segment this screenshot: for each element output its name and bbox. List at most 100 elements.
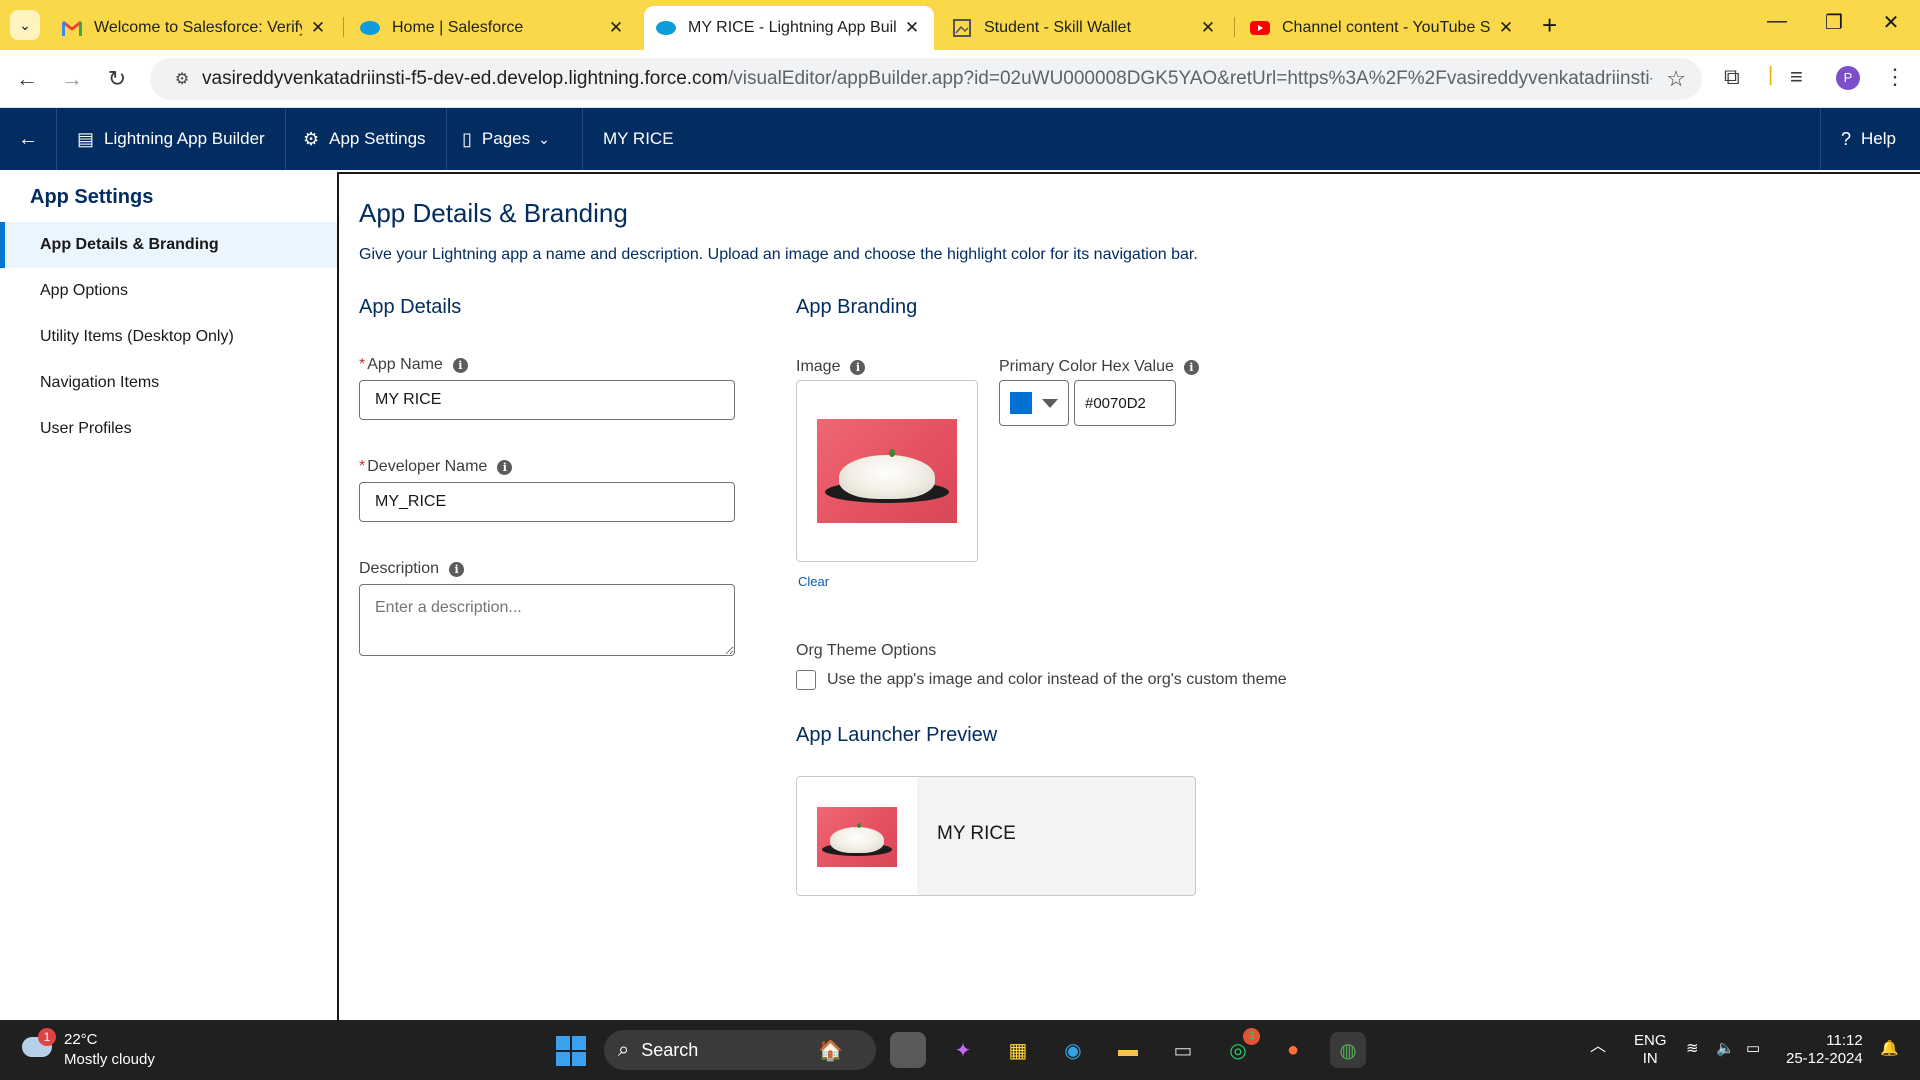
windows-start-icon[interactable] [556,1036,586,1066]
microsoft-store-icon[interactable]: ▦ [1000,1032,1036,1068]
close-icon[interactable]: ✕ [1198,18,1218,38]
primary-color-input[interactable] [1074,380,1176,426]
pages-dropdown[interactable]: ▯ Pages ⌄ [442,108,583,170]
whatsapp-badge: 3 [1243,1028,1260,1045]
copilot-icon[interactable]: ✦ [945,1032,981,1068]
developer-name-label: * Developer Name i [359,458,513,476]
info-icon[interactable]: i [1183,359,1199,375]
help-button[interactable]: ? Help [1820,108,1920,170]
tab-skill-wallet[interactable]: Student - Skill Wallet ✕ [940,6,1230,50]
profile-avatar[interactable]: P [1836,66,1860,90]
tab-title: Student - Skill Wallet [984,19,1132,36]
clock[interactable]: 11:12 25-12-2024 [1786,1032,1863,1068]
org-theme-checkbox[interactable] [796,670,816,690]
info-icon[interactable]: i [449,561,465,577]
org-theme-checkbox-label[interactable]: Use the app's image and color instead of… [827,671,1287,689]
sidebar-item-navigation-items[interactable]: Navigation Items [0,360,337,406]
address-bar[interactable]: ⚙ vasireddyvenkatadriinsti-f5-dev-ed.dev… [150,58,1702,100]
back-button[interactable]: ← [12,64,42,94]
settings-sidebar: App Settings App Details & Branding App … [0,170,337,1020]
language-line2: IN [1642,1050,1658,1067]
sidebar-item-app-details-branding[interactable]: App Details & Branding [0,222,337,268]
tab-search-button[interactable]: ⌄ [10,10,40,40]
clock-date: 25-12-2024 [1786,1050,1863,1067]
app-image-upload[interactable] [796,380,978,562]
header-app-name-label: MY RICE [603,129,674,148]
weather-badge: 1 [38,1028,56,1046]
header-app-name: MY RICE [583,108,694,170]
minimize-button[interactable]: — [1757,10,1797,33]
weather-widget[interactable]: 22°C Mostly cloudy [64,1030,155,1070]
required-marker: * [359,458,366,475]
terminal-icon[interactable]: ▭ [1165,1032,1201,1068]
developer-name-input[interactable] [359,482,735,522]
browser-tab-strip: ⌄ Welcome to Salesforce: Verify y ✕ Home… [0,0,1920,50]
file-explorer-icon[interactable]: ▬ [1110,1032,1146,1068]
close-window-button[interactable]: ✕ [1871,10,1911,35]
close-icon[interactable]: ✕ [902,18,922,38]
close-icon[interactable]: ✕ [1496,18,1516,38]
info-icon[interactable]: i [452,357,468,373]
battery-icon[interactable]: ▭ [1746,1040,1760,1058]
url-text: vasireddyvenkatadriinsti-f5-dev-ed.devel… [202,68,1652,89]
edge-icon[interactable]: ◉ [1055,1032,1091,1068]
app-builder-icon: ▤ [77,128,95,149]
developer-name-label-text: Developer Name [367,458,488,475]
description-label-text: Description [359,560,440,577]
close-icon[interactable]: ✕ [606,18,626,38]
extensions-icon[interactable]: ⧉ [1724,64,1740,90]
color-picker-button[interactable] [999,380,1069,426]
media-controls-icon[interactable]: ≡ [1790,64,1803,90]
tab-app-builder[interactable]: MY RICE - Lightning App Builde ✕ [644,6,934,50]
lightning-app-builder-button[interactable]: ▤ Lightning App Builder [57,108,286,170]
gear-icon: ⚙ [303,128,320,149]
language-indicator[interactable]: ENG IN [1634,1032,1667,1068]
tab-title: Home | Salesforce [392,19,524,36]
reload-button[interactable]: ↻ [102,64,132,94]
youtube-icon [1250,18,1270,38]
sidebar-item-app-options[interactable]: App Options [0,268,337,314]
taskbar-search[interactable]: ⌕ Search 🏠 [604,1030,876,1070]
forward-button[interactable]: → [57,64,87,94]
chrome-icon[interactable]: ◍ [1330,1032,1366,1068]
new-tab-button[interactable]: + [1542,12,1557,38]
whatsapp-icon[interactable]: ◎ 3 [1220,1028,1260,1068]
description-textarea[interactable] [359,584,735,656]
app-launcher-preview-card: MY RICE [796,776,1196,896]
tab-title: Channel content - YouTube Stu [1282,19,1490,36]
task-view-icon[interactable] [890,1032,926,1068]
wifi-icon[interactable]: ≋ [1686,1040,1699,1058]
sidebar-item-utility-items[interactable]: Utility Items (Desktop Only) [0,314,337,360]
header-back-button[interactable]: ← [0,108,57,170]
leaf-shape [857,823,861,828]
clear-image-link[interactable]: Clear [798,574,829,589]
taskbar-search-label: Search [641,1039,699,1060]
color-swatch [1010,392,1032,414]
info-icon[interactable]: i [497,459,513,475]
info-icon[interactable]: i [850,359,866,375]
page-icon: ▯ [462,128,472,149]
leaf-shape [889,449,895,457]
tab-gmail[interactable]: Welcome to Salesforce: Verify y ✕ [50,6,340,50]
restore-button[interactable]: ❐ [1814,10,1854,35]
bookmark-star-icon[interactable]: ☆ [1666,66,1686,92]
sidebar-item-user-profiles[interactable]: User Profiles [0,406,337,452]
tab-youtube-studio[interactable]: Channel content - YouTube Stu ✕ [1238,6,1528,50]
kebab-menu-icon[interactable]: ⋮ [1884,64,1906,90]
toolbar-divider: | [1768,64,1774,86]
tab-title: MY RICE - Lightning App Builde [688,19,896,36]
close-icon[interactable]: ✕ [308,18,328,38]
site-info-icon[interactable]: ⚙ [162,69,202,89]
app-settings-button[interactable]: ⚙ App Settings [283,108,447,170]
tab-title: Welcome to Salesforce: Verify y [94,19,302,36]
volume-icon[interactable]: 🔈 [1716,1040,1735,1058]
chevron-up-icon[interactable]: ︿ [1590,1038,1606,1056]
notifications-icon[interactable]: 🔔 [1880,1040,1899,1058]
app-name-input[interactable] [359,380,735,420]
arrow-left-icon: ← [18,127,38,150]
tab-separator [343,17,344,37]
tab-salesforce-home[interactable]: Home | Salesforce ✕ [348,6,638,50]
firefox-icon[interactable]: ● [1275,1032,1311,1068]
page-title: App Details & Branding [359,198,628,228]
header-app-settings-label: App Settings [329,129,426,148]
